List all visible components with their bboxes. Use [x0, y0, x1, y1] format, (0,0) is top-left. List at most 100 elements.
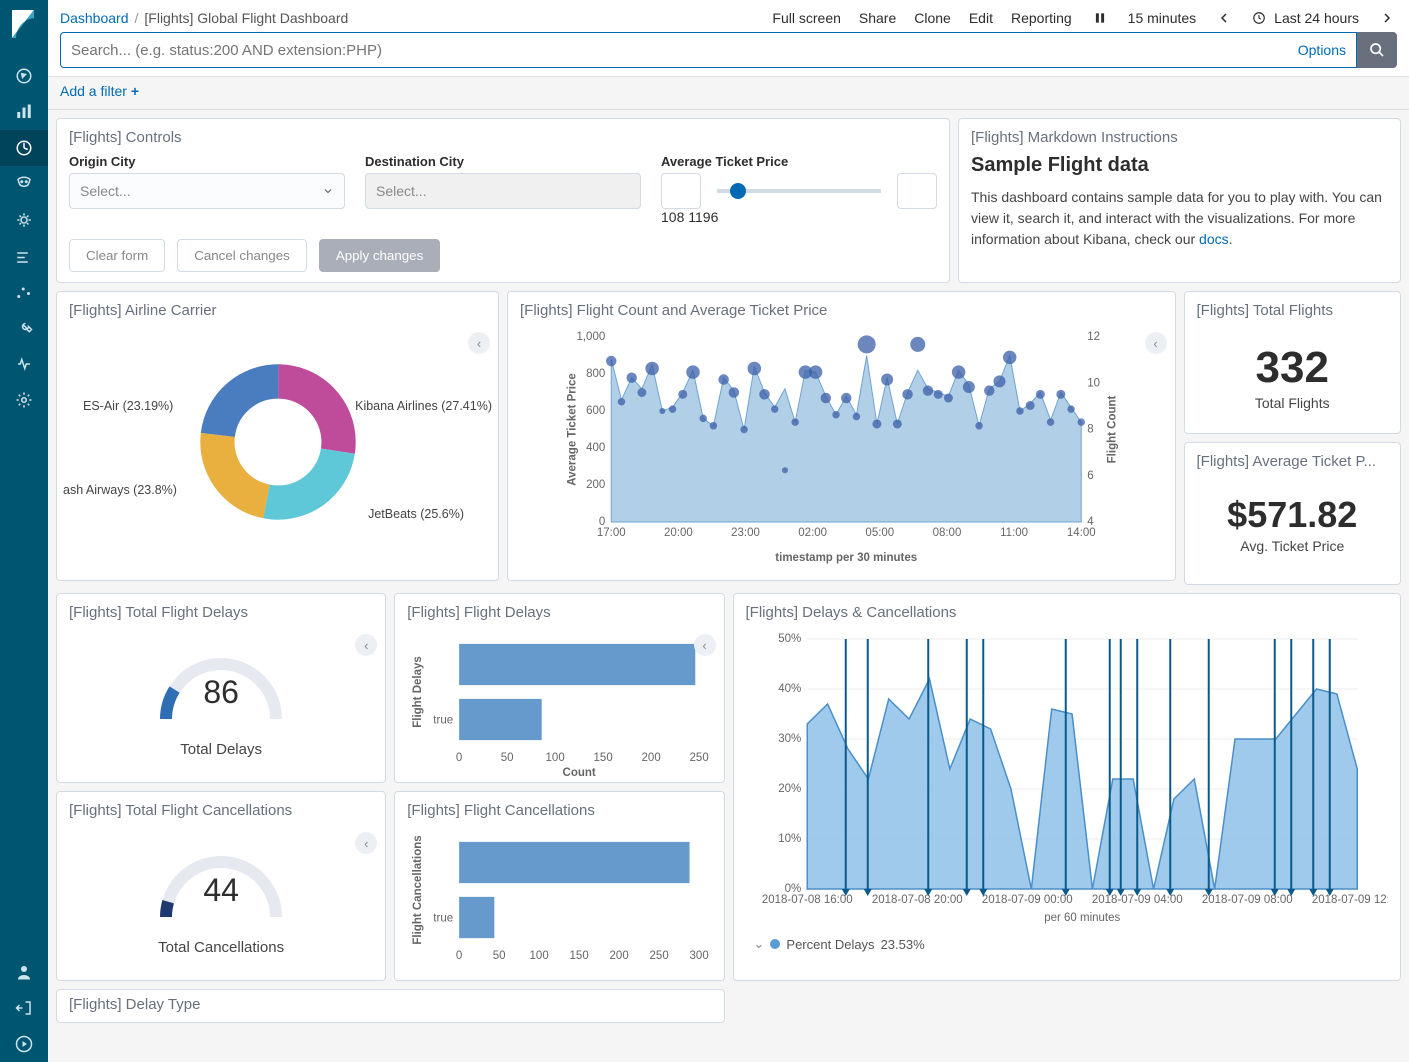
- time-prev-icon[interactable]: [1214, 8, 1234, 28]
- fullscreen-button[interactable]: Full screen: [772, 10, 840, 26]
- breadcrumb: Dashboard / [Flights] Global Flight Dash…: [60, 10, 758, 26]
- docs-link[interactable]: docs: [1199, 231, 1229, 247]
- total-cancel-value: 44: [69, 872, 373, 909]
- chart-nav-left-icon[interactable]: ‹: [355, 832, 377, 854]
- chart-nav-left-icon[interactable]: ‹: [355, 634, 377, 656]
- total-delays-label: Total Delays: [69, 741, 373, 758]
- svg-text:Flight Count: Flight Count: [1106, 395, 1118, 463]
- nav-discover-icon[interactable]: [0, 58, 48, 94]
- search-box[interactable]: Options: [60, 32, 1357, 68]
- nav-monitoring-icon[interactable]: [0, 346, 48, 382]
- svg-text:6: 6: [1087, 470, 1093, 482]
- search-options-link[interactable]: Options: [1298, 42, 1346, 58]
- panel-flight-delays: [Flights] Flight Delays ‹ true0501001502…: [394, 593, 724, 783]
- svg-text:150: 150: [570, 950, 589, 962]
- nav-apm-icon[interactable]: [0, 202, 48, 238]
- svg-text:0: 0: [456, 752, 462, 764]
- origin-city-select[interactable]: Select...: [69, 173, 345, 209]
- nav-sidebar: [0, 0, 48, 1062]
- time-range-button[interactable]: Last 24 hours: [1252, 10, 1359, 26]
- nav-management-icon[interactable]: [0, 382, 48, 418]
- breadcrumb-current: [Flights] Global Flight Dashboard: [144, 10, 348, 26]
- destination-city-label: Destination City: [365, 154, 641, 169]
- clock-icon: [1252, 11, 1266, 25]
- svg-text:600: 600: [586, 405, 605, 417]
- nav-ml-icon[interactable]: [0, 274, 48, 310]
- svg-text:2018-07-09 08:00: 2018-07-09 08:00: [1201, 894, 1292, 906]
- chevron-down-icon[interactable]: ⌄: [754, 936, 765, 952]
- svg-text:11:00: 11:00: [1000, 527, 1028, 539]
- donut-label-jetbeats: JetBeats (25.6%): [368, 507, 464, 521]
- apply-changes-button[interactable]: Apply changes: [319, 239, 440, 272]
- nav-timelion-icon[interactable]: [0, 166, 48, 202]
- svg-text:Flight Cancellations: Flight Cancellations: [412, 835, 424, 944]
- reporting-button[interactable]: Reporting: [1011, 10, 1072, 26]
- origin-city-label: Origin City: [69, 154, 345, 169]
- avg-price-value: $571.82: [1197, 494, 1389, 536]
- panel-title: [Flights] Total Flights: [1197, 302, 1389, 319]
- panel-title: [Flights] Delays & Cancellations: [746, 604, 1389, 621]
- add-filter-button[interactable]: Add a filter +: [60, 83, 139, 99]
- filter-bar: Add a filter +: [48, 76, 1409, 110]
- select-placeholder: Select...: [376, 183, 427, 199]
- clone-button[interactable]: Clone: [914, 10, 951, 26]
- svg-text:20:00: 20:00: [664, 527, 693, 539]
- chart-nav-left-icon[interactable]: ‹: [1145, 332, 1167, 354]
- nav-logout-icon[interactable]: [0, 990, 48, 1026]
- panel-total-cancellations: [Flights] Total Flight Cancellations ‹ 4…: [56, 791, 386, 981]
- svg-text:400: 400: [586, 442, 605, 454]
- svg-text:40%: 40%: [778, 683, 801, 695]
- svg-text:2018-07-08 16:00: 2018-07-08 16:00: [761, 894, 852, 906]
- donut-label-esair: ES-Air (23.19%): [83, 399, 173, 413]
- nav-canvas-icon[interactable]: [0, 238, 48, 274]
- price-range-slider[interactable]: [709, 173, 889, 209]
- panel-title: [Flights] Total Flight Cancellations: [69, 802, 373, 819]
- svg-text:timestamp per 30 minutes: timestamp per 30 minutes: [775, 552, 917, 564]
- svg-text:05:00: 05:00: [865, 527, 894, 539]
- destination-city-select[interactable]: Select...: [365, 173, 641, 209]
- svg-text:250: 250: [690, 752, 709, 764]
- svg-text:50%: 50%: [778, 633, 801, 645]
- cancel-changes-button[interactable]: Cancel changes: [177, 239, 307, 272]
- add-filter-label: Add a filter: [60, 83, 127, 99]
- svg-text:150: 150: [594, 752, 613, 764]
- nav-account-icon[interactable]: [0, 954, 48, 990]
- svg-text:50: 50: [501, 752, 514, 764]
- svg-text:250: 250: [650, 950, 669, 962]
- panel-delay-type: [Flights] Delay Type: [56, 989, 725, 1023]
- topbar: Dashboard / [Flights] Global Flight Dash…: [48, 0, 1409, 32]
- pause-icon[interactable]: [1090, 8, 1110, 28]
- svg-text:true: true: [434, 715, 454, 727]
- panel-title: [Flights] Total Flight Delays: [69, 604, 373, 621]
- edit-button[interactable]: Edit: [969, 10, 993, 26]
- svg-text:200: 200: [610, 950, 629, 962]
- search-submit-button[interactable]: [1357, 32, 1397, 68]
- svg-text:2018-07-09 12:00: 2018-07-09 12:00: [1311, 894, 1388, 906]
- svg-text:17:00: 17:00: [597, 527, 626, 539]
- nav-devtools-icon[interactable]: [0, 310, 48, 346]
- kibana-logo[interactable]: [0, 0, 48, 48]
- chart-nav-left-icon[interactable]: ‹: [694, 634, 716, 656]
- panel-title: [Flights] Flight Cancellations: [407, 802, 711, 819]
- breadcrumb-root[interactable]: Dashboard: [60, 10, 129, 26]
- clear-form-button[interactable]: Clear form: [69, 239, 165, 272]
- share-button[interactable]: Share: [859, 10, 896, 26]
- svg-text:2018-07-08 20:00: 2018-07-08 20:00: [871, 894, 962, 906]
- nav-visualize-icon[interactable]: [0, 94, 48, 130]
- time-next-icon[interactable]: [1377, 8, 1397, 28]
- nav-dashboard-icon[interactable]: [0, 130, 48, 166]
- range-max-input[interactable]: [897, 173, 937, 209]
- search-input[interactable]: [71, 42, 1298, 59]
- count-price-chart: 02004006008001,000468101217:0020:0023:00…: [520, 327, 1163, 567]
- svg-text:200: 200: [586, 479, 605, 491]
- range-handle[interactable]: [730, 183, 746, 199]
- svg-text:Flight Delays: Flight Delays: [412, 656, 424, 728]
- svg-text:20%: 20%: [778, 783, 801, 795]
- range-min-value: 108: [661, 209, 684, 225]
- refresh-interval[interactable]: 15 minutes: [1128, 10, 1196, 26]
- range-min-input[interactable]: [661, 173, 701, 209]
- svg-text:8: 8: [1087, 424, 1093, 436]
- panel-delays-cancellations: [Flights] Delays & Cancellations 0%10%20…: [733, 593, 1402, 981]
- svg-text:02:00: 02:00: [798, 527, 827, 539]
- nav-collapse-icon[interactable]: [0, 1026, 48, 1062]
